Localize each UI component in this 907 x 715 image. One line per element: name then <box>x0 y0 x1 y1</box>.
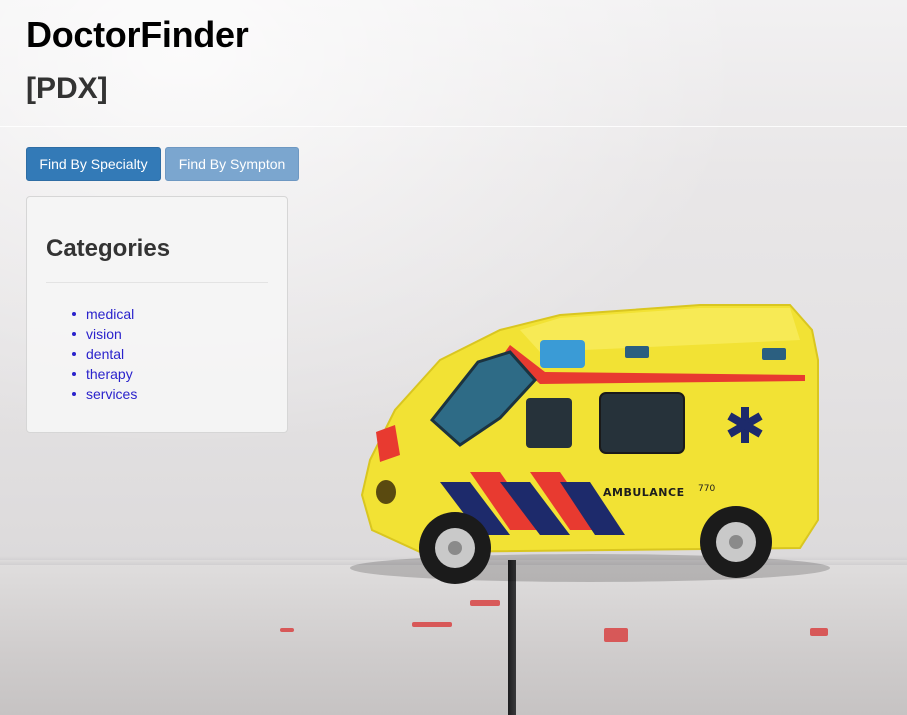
svg-text:AMBULANCE: AMBULANCE <box>603 486 685 499</box>
category-link-medical[interactable]: medical <box>86 306 134 322</box>
category-link-therapy[interactable]: therapy <box>86 366 133 382</box>
category-item-therapy: therapy <box>71 364 137 384</box>
app-subtitle: [PDX] <box>26 72 108 105</box>
category-item-services: services <box>71 384 137 404</box>
page-header: DoctorFinder [PDX] <box>0 0 907 127</box>
category-item-dental: dental <box>71 344 137 364</box>
categories-heading: Categories <box>46 235 171 262</box>
category-item-vision: vision <box>71 324 137 344</box>
category-item-medical: medical <box>71 304 137 324</box>
svg-text:770: 770 <box>698 484 715 494</box>
category-link-dental[interactable]: dental <box>86 346 124 362</box>
category-link-services[interactable]: services <box>86 386 137 402</box>
categories-panel: Categories medical vision dental therapy… <box>26 196 288 433</box>
panel-divider <box>46 282 268 283</box>
app-title: DoctorFinder <box>26 14 249 55</box>
find-by-specialty-button[interactable]: Find By Specialty <box>26 147 161 181</box>
category-link-vision[interactable]: vision <box>86 326 122 342</box>
find-by-symptom-button[interactable]: Find By Sympton <box>165 147 299 181</box>
categories-list: medical vision dental therapy services <box>27 304 137 404</box>
